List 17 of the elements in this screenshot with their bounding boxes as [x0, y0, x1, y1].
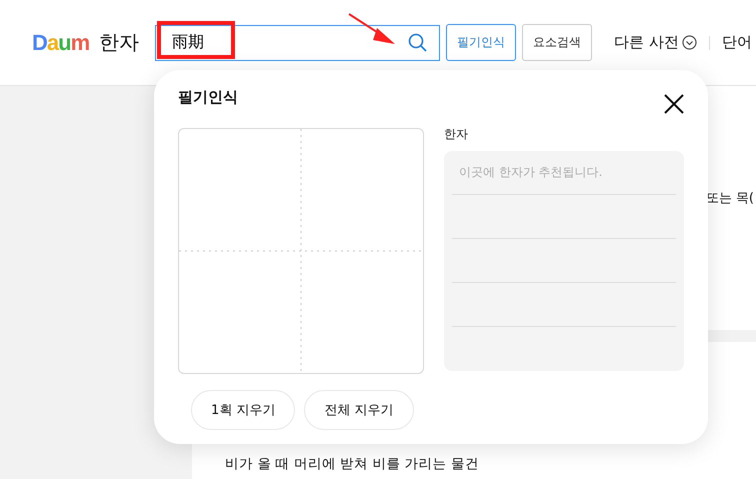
handwriting-button[interactable]: 필기인식 [446, 24, 516, 61]
close-button[interactable] [662, 92, 686, 116]
arrow-annotation [347, 12, 398, 46]
search-icon[interactable] [408, 32, 428, 52]
menu-link[interactable]: 단어 [722, 33, 752, 52]
popup-title: 필기인식 [178, 88, 238, 107]
result-label: 한자 [444, 126, 469, 143]
placeholder-text: 이곳에 한자가 추천됩니다. [459, 164, 602, 181]
definition-text: 비가 올 때 머리에 받쳐 비를 가리는 물건 [225, 455, 480, 473]
section-title: 한자 [99, 29, 140, 56]
chevron-circle-icon[interactable] [682, 35, 697, 50]
search-field[interactable]: 雨期 [155, 24, 440, 60]
erase-button[interactable]: 전체 지우기 [304, 390, 414, 430]
element-search-button[interactable]: 요소검색 [522, 24, 592, 61]
menu-link[interactable]: 다른 사전 [614, 33, 679, 52]
entry-text: 또는 목( [706, 190, 754, 207]
erase-button[interactable]: 1획 지우기 [191, 390, 296, 430]
